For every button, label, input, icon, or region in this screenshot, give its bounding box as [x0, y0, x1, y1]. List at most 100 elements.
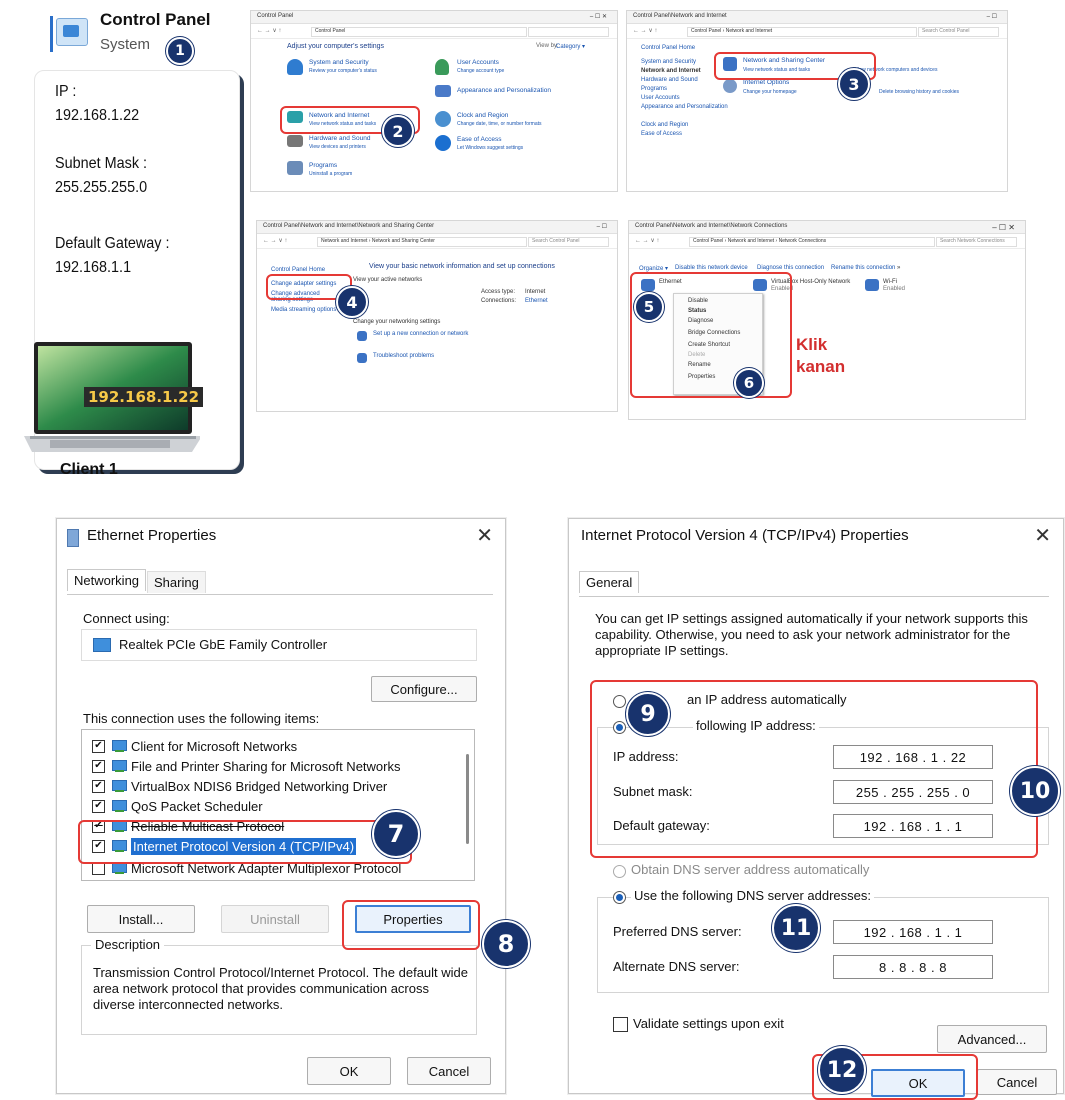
nc-toolbar-disable[interactable]: Disable this network device [675, 265, 748, 271]
obtain-dns-radio[interactable] [613, 865, 626, 878]
cp-item-programs[interactable]: Programs [309, 162, 337, 169]
step-2-badge: 2 [382, 115, 414, 147]
control-panel-subtitle: System [100, 36, 151, 53]
configure-button[interactable]: Configure... [371, 676, 477, 702]
ni-sidebar-6[interactable]: Appearance and Personalization [641, 104, 728, 110]
items-label: This connection uses the following items… [83, 711, 320, 726]
cp-item-appearance[interactable]: Appearance and Personalization [457, 87, 551, 94]
ni-sidebar-0[interactable]: Control Panel Home [641, 45, 695, 51]
nsc-titlebar: Control Panel\Network and Internet\Netwo… [257, 221, 617, 234]
appearance-icon [435, 85, 451, 97]
gateway-label: Default Gateway : [55, 235, 170, 252]
nsc-setup-link[interactable]: Set up a new connection or network [373, 331, 468, 337]
ni-sidebar-7[interactable]: Clock and Region [641, 122, 688, 128]
ni-sidebar-1[interactable]: System and Security [641, 59, 696, 65]
nc-toolbar-diagnose[interactable]: Diagnose this connection [757, 265, 824, 271]
ni-sub-title[interactable]: Internet Options [743, 79, 789, 86]
ni-address-box[interactable]: Control Panel › Network and Internet [687, 27, 917, 37]
cp-search-box[interactable] [528, 27, 609, 37]
cp-item-user-accounts-desc[interactable]: Change account type [457, 68, 504, 74]
wifi-adapter-icon [865, 279, 879, 291]
ni-sidebar-4[interactable]: Programs [641, 86, 667, 92]
nc-toolbar-organize[interactable]: Organize ▾ [639, 265, 668, 272]
ni-sub-link2[interactable]: Delete browsing history and cookies [879, 89, 959, 95]
list-item[interactable]: ✔ QoS Packet Scheduler [92, 796, 263, 816]
control-panel-title: Control Panel [100, 10, 211, 29]
nc-nav-arrows[interactable]: ← → ∨ ↑ [635, 237, 659, 244]
advanced-button[interactable]: Advanced... [937, 1025, 1047, 1053]
cp-window-controls[interactable]: – ☐ ✕ [590, 13, 607, 20]
ni-sidebar-8[interactable]: Ease of Access [641, 131, 682, 137]
cp-window-title: Control Panel [257, 13, 294, 19]
list-item[interactable]: ✔ File and Printer Sharing for Microsoft … [92, 756, 400, 776]
cp-item-system-security[interactable]: System and Security [309, 59, 369, 66]
nsc-address-box[interactable]: Network and Internet › Network and Shari… [317, 237, 527, 247]
nc-window-controls[interactable]: – ☐ ✕ [992, 223, 1015, 232]
cp-item-hardware-sound-desc[interactable]: View devices and printers [309, 144, 366, 150]
accent-bar [50, 16, 53, 52]
cp-item-clock-region[interactable]: Clock and Region [457, 112, 508, 119]
user-accounts-icon [435, 59, 449, 75]
install-button[interactable]: Install... [87, 905, 195, 933]
network-client-icon [111, 739, 127, 753]
cp-item-hardware-sound[interactable]: Hardware and Sound [309, 135, 370, 142]
nsc-address-bar: ← → ∨ ↑ Network and Internet › Network an… [257, 234, 617, 249]
ni-sidebar-2[interactable]: Network and Internet [641, 68, 701, 74]
ni-window-controls[interactable]: – ☐ [987, 13, 997, 20]
list-item[interactable]: ✔ VirtualBox NDIS6 Bridged Networking Dri… [92, 776, 387, 796]
use-dns-radio[interactable] [613, 891, 626, 904]
file-sharing-icon [111, 759, 127, 773]
ni-address-bar: ← → ∨ ↑ Control Panel › Network and Inter… [627, 24, 1007, 39]
step-4-badge: 4 [336, 286, 368, 318]
ni-sidebar-5[interactable]: User Accounts [641, 95, 680, 101]
ni-nav-arrows[interactable]: ← → ∨ ↑ [633, 27, 657, 34]
ok-button[interactable]: OK [307, 1057, 391, 1085]
tab-sharing[interactable]: Sharing [147, 571, 206, 593]
network-sharing-center-window: Control Panel\Network and Internet\Netwo… [256, 220, 618, 412]
nc-address-box[interactable]: Control Panel › Network and Internet › N… [689, 237, 935, 247]
list-scrollbar[interactable] [466, 754, 469, 844]
nsc-sidebar-0[interactable]: Control Panel Home [271, 267, 325, 273]
ni-sidebar-3[interactable]: Hardware and Sound [641, 77, 698, 83]
preferred-dns-field[interactable]: 192 . 168 . 1 . 1 [833, 920, 993, 944]
cancel-button[interactable]: Cancel [407, 1057, 491, 1085]
cp-address-box[interactable]: Control Panel [311, 27, 527, 37]
tab-networking[interactable]: Networking [67, 569, 147, 591]
cp-item-ease-of-access-desc[interactable]: Let Windows suggest settings [457, 145, 523, 151]
nsc-window-controls[interactable]: – ☐ [597, 223, 607, 230]
ipv4-close-icon[interactable]: ✕ [1034, 523, 1051, 548]
ni-search-box[interactable]: Search Control Panel [918, 27, 999, 37]
cp-item-ease-of-access[interactable]: Ease of Access [457, 136, 501, 143]
nc-toolbar-rename[interactable]: Rename this connection [831, 265, 895, 271]
ni-sub-link[interactable]: Change your homepage [743, 89, 797, 95]
ni-titlebar: Control Panel\Network and Internet – ☐ [627, 11, 1007, 24]
cp-item-clock-region-desc[interactable]: Change date, time, or number formats [457, 121, 542, 127]
cp-item-system-security-desc[interactable]: Review your computer's status [309, 68, 377, 74]
validate-checkbox[interactable] [613, 1017, 628, 1032]
nc-search-box[interactable]: Search Network Connections [936, 237, 1017, 247]
cp-view-by-value[interactable]: Category ▾ [556, 43, 585, 50]
nc-toolbar-more[interactable]: » [897, 265, 900, 271]
step-12-badge: 12 [818, 1046, 866, 1094]
cp-nav-arrows[interactable]: ← → ∨ ↑ [257, 27, 281, 34]
nc-adapter-wifi[interactable]: Wi-Fi [883, 279, 897, 285]
alternate-dns-field[interactable]: 8 . 8 . 8 . 8 [833, 955, 993, 979]
ipv4-cancel-button[interactable]: Cancel [977, 1069, 1057, 1095]
list-item[interactable]: ✔ Client for Microsoft Networks [92, 736, 297, 756]
tab-general[interactable]: General [579, 571, 640, 593]
cp-item-programs-desc[interactable]: Uninstall a program [309, 171, 352, 177]
nsc-nav-arrows[interactable]: ← → ∨ ↑ [263, 237, 287, 244]
description-text: Transmission Control Protocol/Internet P… [93, 965, 469, 1012]
nsc-search-box[interactable]: Search Control Panel [528, 237, 609, 247]
uninstall-button[interactable]: Uninstall [221, 905, 329, 933]
nsc-connections-label: Connections: [481, 298, 517, 304]
nsc-sidebar-3[interactable]: Media streaming options [271, 307, 336, 313]
nsc-troubleshoot-link[interactable]: Troubleshoot problems [373, 353, 434, 359]
step-3-badge: 3 [838, 68, 870, 100]
use-dns-label: Use the following DNS server addresses: [631, 888, 874, 903]
tab-divider [579, 596, 1049, 597]
ethernet-close-icon[interactable]: ✕ [476, 523, 493, 548]
gateway-value: 192.168.1.1 [55, 259, 132, 276]
cp-item-user-accounts[interactable]: User Accounts [457, 59, 499, 66]
nsc-connections-value[interactable]: Ethernet [525, 298, 548, 304]
